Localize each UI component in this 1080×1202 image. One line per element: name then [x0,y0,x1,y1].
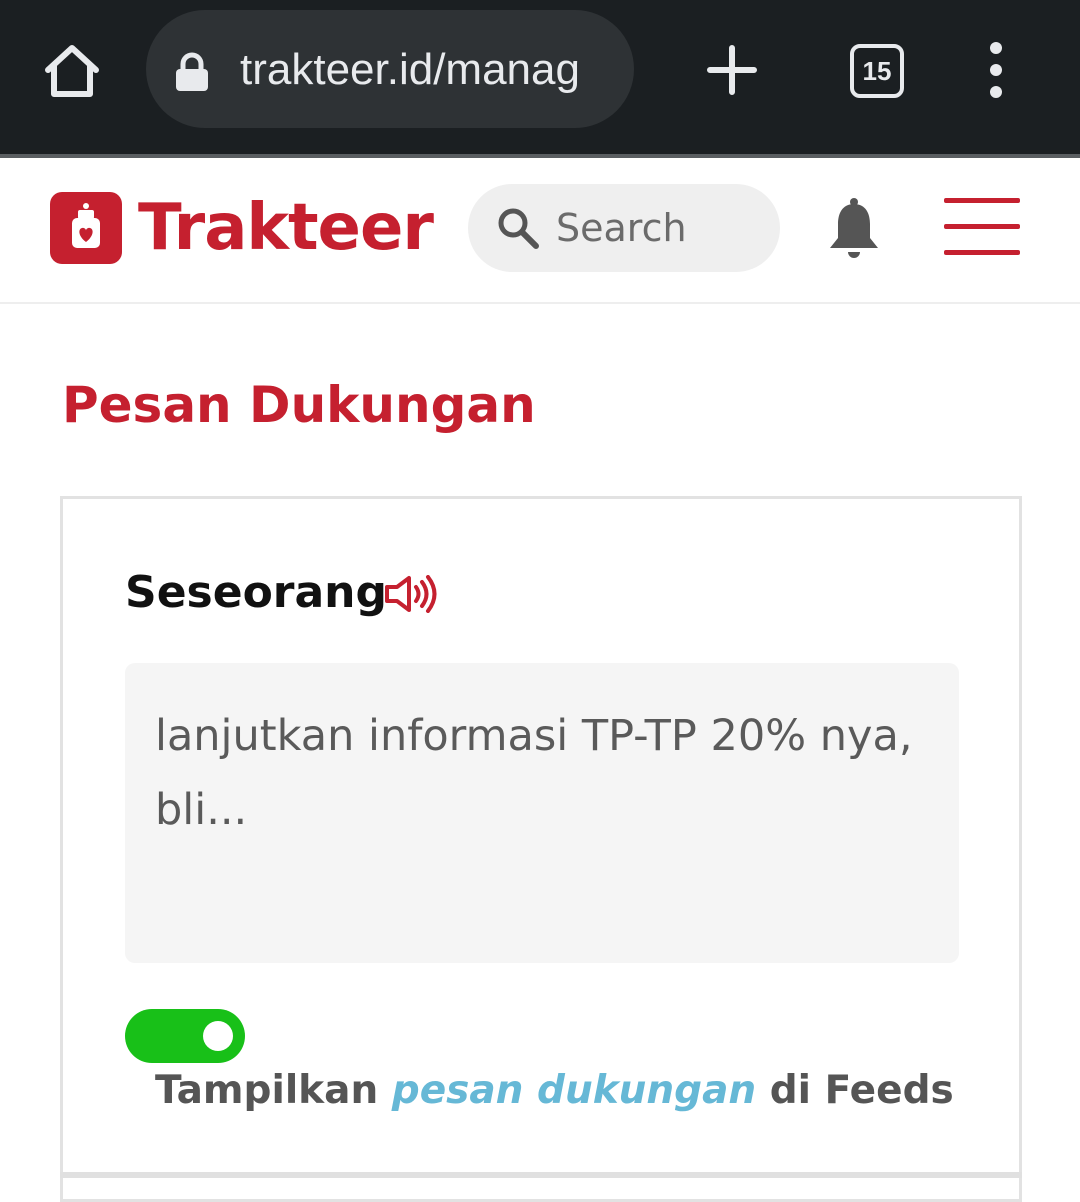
support-message-card: Seseorang lanjutkan informasi TP-TP 20% … [60,496,1022,1202]
plus-icon[interactable] [704,42,760,98]
feeds-label-suffix: di Feeds [769,1068,954,1113]
bell-icon[interactable] [826,196,882,260]
home-icon[interactable] [42,40,102,100]
search-icon [496,206,540,250]
lock-icon [174,52,210,92]
show-in-feeds-toggle[interactable] [125,1009,245,1063]
url-text: trakteer.id/manag [240,45,580,94]
feeds-label-prefix: Tampilkan [155,1068,379,1113]
logo-text[interactable]: Trakteer [138,188,434,268]
toggle-knob [203,1021,233,1051]
next-card-edge [60,1172,1022,1178]
site-header: Trakteer [0,158,1080,304]
browser-toolbar: trakteer.id/manag 15 [0,0,1080,154]
search-input[interactable] [556,202,756,254]
more-vert-icon[interactable] [976,40,1016,100]
page-title: Pesan Dukungan [62,376,536,434]
hamburger-icon[interactable] [944,198,1020,256]
message-box: lanjutkan informasi TP-TP 20% nya, bli..… [125,663,959,963]
address-bar[interactable]: trakteer.id/manag [146,10,634,128]
show-in-feeds-label: Tampilkan pesan dukungan di Feeds [155,1061,954,1121]
feeds-label-link[interactable]: pesan dukungan [392,1068,756,1113]
message-text: lanjutkan informasi TP-TP 20% nya, bli..… [155,711,913,835]
supporter-name: Seseorang [125,567,388,618]
tabs-icon[interactable]: 15 [850,44,904,98]
speaker-icon[interactable] [383,575,439,613]
search-box[interactable] [468,184,780,272]
trakteer-logo-icon[interactable] [50,192,122,264]
